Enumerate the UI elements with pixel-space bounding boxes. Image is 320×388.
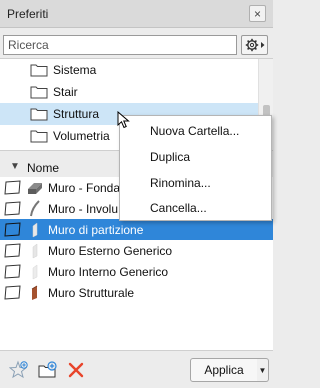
footer-toolbar: Applica ▼ — [0, 350, 273, 388]
gear-icon — [245, 38, 264, 52]
wall-curve-icon — [30, 200, 40, 217]
column-name-header: Nome — [27, 161, 60, 175]
wall-thin-icon — [32, 222, 38, 238]
menu-item-duplicate[interactable]: Duplica — [150, 150, 190, 164]
folder-icon — [30, 86, 48, 99]
close-button[interactable]: × — [249, 5, 266, 22]
list-item-label: Muro Interno Generico — [48, 265, 169, 279]
delete-icon[interactable] — [66, 360, 86, 380]
favorite-marker-icon — [4, 285, 21, 300]
menu-item-delete[interactable]: Cancella... — [150, 201, 207, 215]
list-item-label: Muro Esterno Generico — [48, 244, 173, 258]
search-input[interactable] — [4, 36, 236, 54]
wall-light-icon — [32, 264, 38, 280]
close-icon: × — [253, 6, 261, 21]
mouse-pointer-icon — [117, 111, 130, 129]
list-item[interactable]: Muro Interno Generico — [0, 261, 273, 282]
folder-item[interactable]: Stair — [0, 81, 258, 103]
menu-item-new-folder[interactable]: Nuova Cartella... — [150, 124, 239, 138]
search-field[interactable] — [3, 35, 237, 55]
folder-label: Stair — [53, 85, 78, 99]
chevron-down-icon: ▼ — [258, 365, 267, 375]
wall-block-icon — [28, 183, 42, 194]
menu-item-rename[interactable]: Rinomina... — [150, 176, 211, 190]
list-item-label: Muro di partizione — [48, 223, 144, 237]
list-item-selected[interactable]: Muro di partizione — [0, 219, 273, 240]
folder-item[interactable]: Sistema — [0, 59, 258, 81]
favorite-marker-icon — [4, 201, 21, 216]
folder-icon — [30, 108, 48, 121]
folder-icon — [30, 64, 48, 77]
context-menu: Nuova Cartella... Duplica Rinomina... Ca… — [119, 115, 272, 221]
new-folder-icon[interactable] — [38, 360, 58, 380]
apply-dropdown-button[interactable]: ▼ — [257, 358, 269, 382]
folder-label: Volumetria — [53, 129, 110, 143]
folder-label: Sistema — [53, 63, 97, 77]
title-bar: Preferiti × — [0, 0, 273, 28]
folder-label: Struttura — [53, 107, 100, 121]
favorite-marker-icon — [4, 264, 21, 279]
list-item-label: Muro - Fonda — [48, 181, 121, 195]
sort-arrow-icon: ▼ — [10, 161, 20, 172]
wall-light-icon — [32, 243, 38, 259]
list-item[interactable]: Muro Esterno Generico — [0, 240, 273, 261]
list-item-label: Muro - Involu — [48, 202, 119, 216]
wall-brick-icon — [31, 285, 38, 300]
favorite-marker-icon — [4, 243, 21, 258]
list-item-label: Muro Strutturale — [48, 286, 135, 300]
add-favorite-icon[interactable] — [9, 360, 29, 380]
settings-button[interactable] — [241, 35, 268, 55]
favorite-marker-icon — [4, 180, 21, 195]
apply-button[interactable]: Applica — [190, 358, 258, 382]
favorite-marker-icon — [4, 222, 21, 237]
window-title: Preferiti — [7, 7, 49, 21]
list-item[interactable]: Muro Strutturale — [0, 282, 273, 303]
folder-icon — [30, 130, 48, 143]
